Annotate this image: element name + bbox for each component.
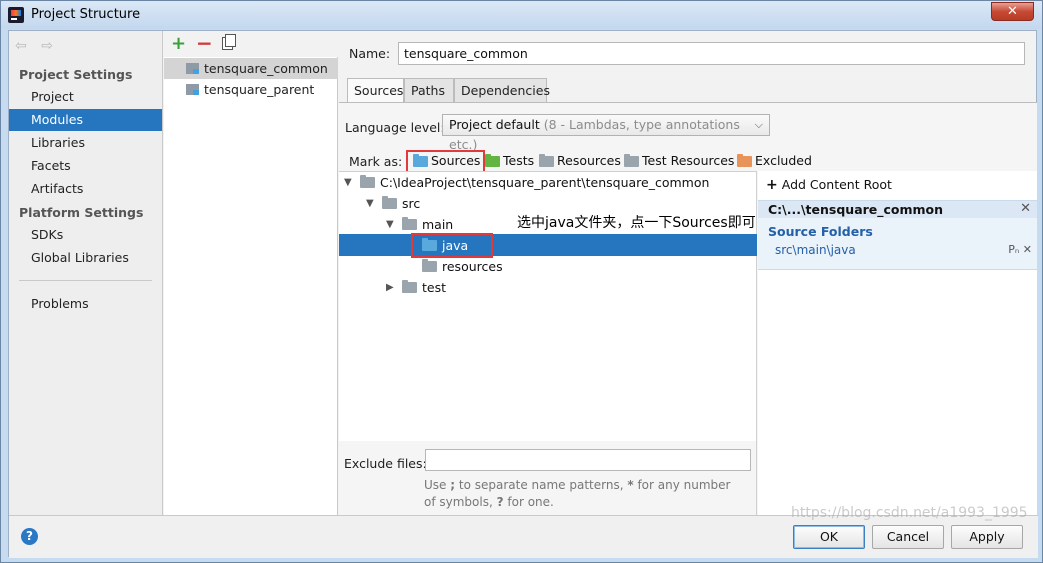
language-level-label: Language level: [345,120,445,135]
chevron-down-icon[interactable]: ▼ [344,172,352,193]
add-module-icon[interactable]: + [171,33,186,54]
ok-button[interactable]: OK [793,525,865,549]
module-detail-panel: Name: tensquare_common Sources Paths Dep… [339,31,1037,516]
content-root-tree: ▼ C:\IdeaProject\tensquare_parent\tensqu… [339,171,757,441]
test-resources-folder-icon [624,154,639,167]
apply-button[interactable]: Apply [951,525,1023,549]
module-name-input[interactable]: tensquare_common [398,42,1025,65]
tab-dependencies[interactable]: Dependencies [454,78,550,103]
module-item-tensquare-common[interactable]: tensquare_common [164,58,338,79]
copy-module-icon[interactable] [222,34,236,50]
instruction-annotation: 选中java文件夹，点一下Sources即可 [517,215,756,231]
tree-node-label: resources [442,259,503,274]
tree-node-label: C:\IdeaProject\tensquare_parent\tensquar… [380,175,710,190]
mark-tests-label: Tests [503,153,535,168]
mark-test-resources-label: Test Resources [642,153,735,168]
tab-sources[interactable]: Sources [347,78,404,103]
module-icon [186,84,199,95]
java-highlight-box [411,233,493,258]
content-root-panel: + Add Content Root C:\...\tensquare_commo… [758,171,1037,516]
tree-row-selected [339,234,757,256]
watermark-text: https://blog.csdn.net/a1993_1995 [791,505,1028,521]
source-folder-path[interactable]: src\main\java [775,243,856,257]
nav-item-artifacts[interactable]: Artifacts [9,178,162,200]
mark-excluded-button[interactable]: Excluded [737,152,812,170]
source-folders-heading: Source Folders [768,224,873,239]
tab-paths[interactable]: Paths [404,78,454,103]
dialog-button-bar: ? OK Cancel Apply [9,515,1038,558]
nav-group-project-settings: Project Settings [19,67,133,82]
project-structure-window: Project Structure ✕ ⇦ ⇨ Project Settings… [0,0,1043,563]
close-window-button[interactable]: ✕ [991,2,1034,21]
folder-icon [360,175,375,188]
title-bar: Project Structure ✕ [1,1,1042,29]
mark-resources-button[interactable]: Resources [539,152,621,170]
language-level-value: Project default [449,117,540,132]
nav-item-problems[interactable]: Problems [9,293,162,315]
folder-icon [402,217,417,230]
content-root-card: C:\...\tensquare_common ✕ Source Folders… [758,200,1037,270]
intellij-app-icon [8,7,24,23]
chevron-right-icon[interactable]: ▶ [386,277,394,298]
exclude-files-label: Exclude files: [344,456,427,471]
mark-resources-label: Resources [557,153,621,168]
mark-as-label: Mark as: [349,154,403,169]
add-content-root-label: Add Content Root [781,177,892,192]
language-level-select[interactable]: Project default (8 - Lambdas, type annot… [442,114,770,152]
nav-item-libraries[interactable]: Libraries [9,132,162,154]
name-label: Name: [349,46,391,61]
chevron-down-icon: ⌵ [754,118,763,131]
modules-panel: + − tensquare_common tensquare_parent [164,31,338,515]
chevron-down-icon[interactable]: ▼ [366,193,374,214]
remove-module-icon[interactable]: − [196,31,213,55]
tree-node-label: test [422,280,447,295]
nav-history: ⇦ ⇨ [15,38,63,54]
module-icon [186,63,199,74]
modules-toolbar: + − [164,31,338,57]
chevron-down-icon[interactable]: ▼ [386,214,394,235]
module-item-label: tensquare_parent [204,82,315,97]
source-folder-actions[interactable]: Pₙ ✕ [1008,243,1032,256]
forward-arrow-icon[interactable]: ⇨ [41,38,53,54]
tree-node-label: src [402,196,421,211]
nav-item-facets[interactable]: Facets [9,155,162,177]
plus-icon: + [766,177,778,193]
exclude-files-hint: Use ; to separate name patterns, * for a… [424,478,731,509]
settings-nav: ⇦ ⇨ Project Settings Project Modules Lib… [9,31,163,515]
back-arrow-icon[interactable]: ⇦ [15,38,27,54]
module-item-tensquare-parent[interactable]: tensquare_parent [164,79,338,100]
mark-tests-button[interactable]: Tests [485,152,534,170]
window-title: Project Structure [31,7,141,22]
nav-group-platform-settings: Platform Settings [19,205,144,220]
folder-icon [402,280,417,293]
folder-icon [422,259,437,272]
nav-divider [19,280,152,281]
excluded-folder-icon [737,154,752,167]
cancel-button[interactable]: Cancel [872,525,944,549]
add-content-root-button[interactable]: + Add Content Root [766,177,892,193]
exclude-files-section: Exclude files: Use ; to separate name pa… [339,441,757,516]
remove-content-root-icon[interactable]: ✕ [1020,201,1031,216]
module-item-label: tensquare_common [204,61,328,76]
nav-item-project[interactable]: Project [9,86,162,108]
dialog-content: ⇦ ⇨ Project Settings Project Modules Lib… [8,30,1038,558]
tree-node-label: main [422,217,454,232]
help-icon[interactable]: ? [21,528,38,545]
resources-folder-icon [539,154,554,167]
sources-tab-body: Language level: Project default (8 - Lam… [339,102,1037,516]
tests-folder-icon [485,154,500,167]
mark-excluded-label: Excluded [755,153,812,168]
content-root-title: C:\...\tensquare_common [768,202,944,217]
nav-item-sdks[interactable]: SDKs [9,224,162,246]
nav-item-modules[interactable]: Modules [9,109,162,131]
mark-test-resources-button[interactable]: Test Resources [624,152,734,170]
nav-item-global-libraries[interactable]: Global Libraries [9,247,162,269]
folder-icon [382,196,397,209]
exclude-files-input[interactable] [425,449,751,471]
